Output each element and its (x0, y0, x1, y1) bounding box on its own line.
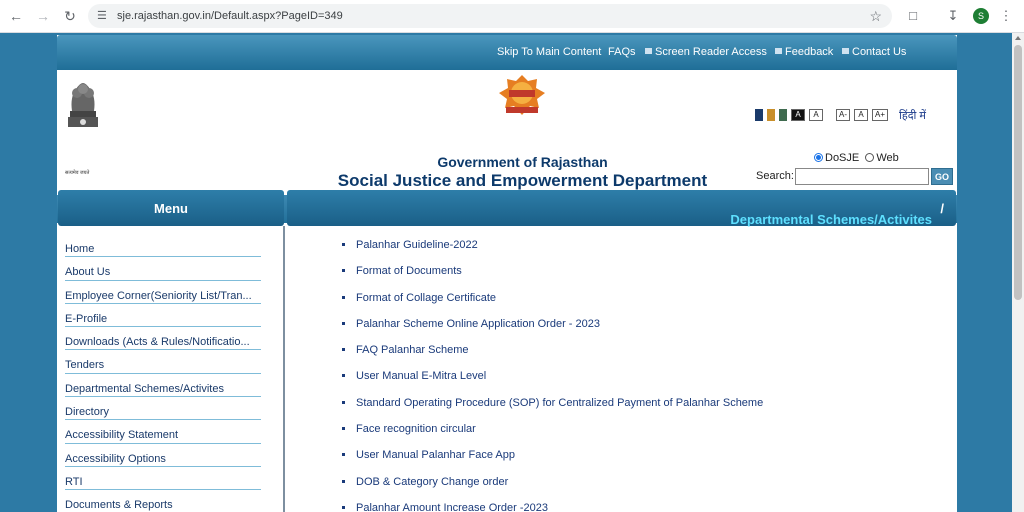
list-item[interactable]: Format of Collage Certificate (342, 290, 763, 316)
page-scrollbar[interactable] (1012, 33, 1024, 512)
sidebar-item-e-profile[interactable]: E-Profile (65, 304, 261, 328)
reload-icon[interactable]: ↻ (60, 6, 80, 26)
list-item[interactable]: User Manual E-Mitra Level (342, 368, 763, 394)
more-menu-icon[interactable]: ⋮ (996, 6, 1016, 26)
list-item[interactable]: User Manual Palanhar Face App (342, 447, 763, 473)
screen-reader-link[interactable]: Screen Reader Access (645, 46, 767, 58)
search-input[interactable] (795, 168, 929, 185)
dosje-radio-label[interactable]: DoSJE (825, 152, 859, 164)
site-info-icon[interactable]: ☰ (97, 8, 113, 24)
menu-header: Menu (58, 190, 284, 226)
high-contrast-button[interactable]: A (791, 109, 805, 121)
sidebar-item-downloads[interactable]: Downloads (Acts & Rules/Notificatio... (65, 327, 261, 351)
contrast-theme-green[interactable] (779, 109, 787, 121)
sidebar-item-employee-corner[interactable]: Employee Corner(Seniority List/Tran... (65, 281, 261, 304)
back-arrow-icon[interactable]: ← (6, 6, 26, 26)
breadcrumb-separator: / (940, 201, 944, 216)
hindi-language-link[interactable]: हिंदी में (899, 108, 926, 123)
list-item[interactable]: Palanhar Guideline-2022 (342, 237, 763, 263)
contact-us-link[interactable]: Contact Us (842, 46, 906, 58)
sidebar-item-departmental-schemes[interactable]: Departmental Schemes/Activites (65, 374, 261, 398)
contact-label: Contact Us (852, 46, 907, 58)
sidebar-item-tenders[interactable]: Tenders (65, 350, 261, 374)
screen-reader-icon (645, 48, 652, 54)
scroll-thumb[interactable] (1014, 45, 1022, 300)
scroll-up-arrow-icon[interactable] (1015, 36, 1021, 40)
list-item[interactable]: Format of Documents (342, 263, 763, 289)
web-radio[interactable] (865, 153, 875, 162)
page-container: Skip To Main Content FAQs Screen Reader … (57, 35, 957, 512)
content-header: Departmental Schemes/Activites / (287, 190, 956, 227)
feedback-link[interactable]: Feedback (775, 46, 833, 58)
column-divider (283, 226, 285, 512)
search-label: Search: (756, 170, 794, 182)
profile-avatar[interactable]: S (973, 8, 989, 24)
font-increase-button[interactable]: A+ (872, 109, 888, 121)
feedback-icon (775, 48, 782, 54)
bookmark-star-icon[interactable]: ☆ (869, 7, 882, 25)
sidebar-item-directory[interactable]: Directory (65, 397, 261, 421)
sidebar-item-documents-reports[interactable]: Documents & Reports (65, 490, 261, 512)
download-icon[interactable]: ↧ (943, 6, 963, 26)
web-radio-label[interactable]: Web (876, 152, 898, 164)
sidebar-item-home[interactable]: Home (65, 234, 261, 258)
search-scope: DoSJE Web (814, 152, 899, 164)
forward-arrow-icon[interactable]: → (33, 6, 53, 26)
sidebar-item-accessibility-options[interactable]: Accessibility Options (65, 444, 261, 467)
feedback-label: Feedback (785, 46, 834, 58)
faqs-link[interactable]: FAQs (608, 46, 636, 58)
extensions-icon[interactable]: □ (903, 6, 923, 26)
sidebar-menu: Home About Us Employee Corner(Seniority … (65, 234, 261, 512)
search-go-button[interactable]: GO (931, 168, 953, 185)
breadcrumb: Departmental Schemes/Activites / (730, 201, 944, 227)
list-item[interactable]: Palanhar Amount Increase Order -2023 (342, 500, 763, 512)
address-bar[interactable]: ☰ sje.rajasthan.gov.in/Default.aspx?Page… (88, 4, 892, 28)
list-item[interactable]: DOB & Category Change order (342, 474, 763, 500)
list-item[interactable]: FAQ Palanhar Scheme (342, 342, 763, 368)
address-url[interactable]: sje.rajasthan.gov.in/Default.aspx?PageID… (117, 8, 343, 24)
top-nav-bar: Skip To Main Content FAQs Screen Reader … (57, 35, 957, 70)
national-emblem-icon (68, 83, 98, 127)
normal-contrast-button[interactable]: A (809, 109, 823, 121)
menu-title: Menu (154, 201, 188, 216)
rajasthan-logo-icon (499, 75, 545, 115)
list-item[interactable]: Face recognition circular (342, 421, 763, 447)
skip-to-main-link[interactable]: Skip To Main Content (497, 46, 601, 58)
list-item[interactable]: Standard Operating Procedure (SOP) for C… (342, 395, 763, 421)
sidebar-item-about-us[interactable]: About Us (65, 257, 261, 281)
browser-toolbar: ← → ↻ ☰ sje.rajasthan.gov.in/Default.asp… (0, 0, 1024, 33)
sidebar-item-accessibility-statement[interactable]: Accessibility Statement (65, 420, 261, 444)
site-header: सत्यमेव जयते Government of Rajasthan Soc… (57, 70, 957, 223)
font-decrease-button[interactable]: A- (836, 109, 850, 121)
contrast-theme-blue[interactable] (755, 109, 763, 121)
dosje-radio[interactable] (814, 153, 823, 162)
screen-reader-label: Screen Reader Access (655, 46, 767, 58)
contact-icon (842, 48, 849, 54)
font-normal-button[interactable]: A (854, 109, 868, 121)
page-title[interactable]: Departmental Schemes/Activites (730, 212, 932, 227)
schemes-list: Palanhar Guideline-2022 Format of Docume… (342, 237, 763, 512)
contrast-theme-orange[interactable] (767, 109, 775, 121)
sidebar-item-rti[interactable]: RTI (65, 467, 261, 491)
list-item[interactable]: Palanhar Scheme Online Application Order… (342, 316, 763, 342)
